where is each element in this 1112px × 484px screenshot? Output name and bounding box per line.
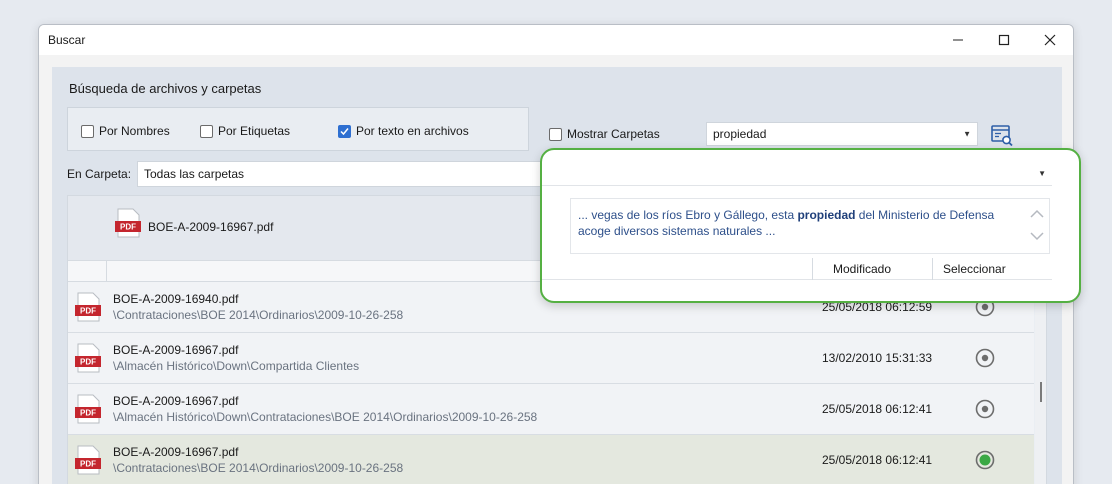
search-text-combo[interactable]: propiedad ▼ [706, 122, 978, 146]
match-snippet: ... vegas de los ríos Ebro y Gállego, es… [578, 207, 1018, 239]
file-name: BOE-A-2009-16940.pdf [113, 292, 239, 306]
maximize-icon [998, 34, 1010, 46]
pdf-file-icon: PDF [75, 394, 101, 424]
list-scrollbar[interactable] [1035, 282, 1046, 484]
scrollbar-thumb[interactable] [1040, 382, 1042, 402]
checkmark-icon [340, 127, 349, 135]
pdf-label: PDF [80, 460, 96, 469]
file-name: BOE-A-2009-16967.pdf [113, 343, 239, 357]
header-select[interactable]: Seleccionar [932, 258, 1032, 280]
close-icon [1044, 34, 1056, 46]
search-window-icon [991, 125, 1013, 147]
chevron-down-icon[interactable] [1029, 229, 1045, 243]
search-button[interactable] [990, 123, 1014, 147]
highlight-callout: ▼ ... vegas de los ríos Ebro y Gállego, … [540, 148, 1081, 303]
pdf-file-icon: PDF [75, 292, 101, 322]
chevron-up-icon[interactable] [1029, 207, 1045, 221]
folder-label: En Carpeta: [67, 167, 132, 181]
file-path: \Contrataciones\BOE 2014\Ordinarios\2009… [113, 308, 404, 322]
maximize-button[interactable] [981, 25, 1027, 55]
title-bar: Buscar [39, 25, 1073, 55]
header-modified[interactable]: Modificado [812, 258, 932, 280]
table-row[interactable]: PDF BOE-A-2009-16967.pdf \Almacén Histór… [68, 333, 1034, 384]
pdf-label: PDF [80, 307, 96, 316]
pdf-label: PDF [80, 358, 96, 367]
search-text-value: propiedad [713, 127, 767, 141]
pdf-label: PDF [120, 223, 136, 232]
preview-file-name: BOE-A-2009-16967.pdf [148, 220, 274, 234]
select-radio-icon[interactable] [975, 348, 995, 368]
folder-value: Todas las carpetas [144, 167, 245, 181]
section-title: Búsqueda de archivos y carpetas [69, 81, 262, 96]
minimize-icon [953, 39, 963, 41]
snippet-pre: ... vegas de los ríos Ebro y Gállego, es… [578, 208, 798, 222]
checkbox-by-tags[interactable] [200, 124, 213, 138]
pdf-file-icon: PDF [115, 208, 141, 238]
checkbox-by-text[interactable] [338, 124, 351, 138]
show-folders-label: Mostrar Carpetas [567, 127, 660, 141]
filter-label: Por texto en archivos [356, 124, 469, 138]
snippet-box: ... vegas de los ríos Ebro y Gállego, es… [570, 198, 1050, 254]
file-path: \Almacén Histórico\Down\Compartida Clien… [113, 359, 360, 373]
filter-by-tags[interactable]: Por Etiquetas [200, 124, 290, 138]
pdf-file-icon: PDF [75, 445, 101, 475]
pdf-file-icon: PDF [75, 343, 101, 373]
pdf-label: PDF [80, 409, 96, 418]
file-name: BOE-A-2009-16967.pdf [113, 394, 239, 408]
filter-by-names[interactable]: Por Nombres [81, 124, 170, 138]
close-button[interactable] [1027, 25, 1073, 55]
minimize-button[interactable] [935, 25, 981, 55]
file-date: 13/02/2010 15:31:33 [822, 351, 933, 365]
callout-combo[interactable]: ▼ [542, 162, 1052, 186]
callout-column-header: Modificado Seleccionar [542, 258, 1052, 280]
table-row[interactable]: PDF BOE-A-2009-16967.pdf \Almacén Histór… [68, 384, 1034, 435]
table-row-selected[interactable]: PDF BOE-A-2009-16967.pdf \Contrataciones… [68, 435, 1034, 484]
dropdown-arrow-icon: ▼ [963, 129, 971, 139]
file-date: 25/05/2018 06:12:41 [822, 453, 933, 467]
file-name: BOE-A-2009-16967.pdf [113, 445, 239, 459]
file-path: \Almacén Histórico\Down\Contrataciones\B… [113, 410, 538, 424]
select-radio-icon[interactable] [975, 399, 995, 419]
file-path: \Contrataciones\BOE 2014\Ordinarios\2009… [113, 461, 404, 475]
checkbox-by-names[interactable] [81, 124, 94, 138]
checkbox-show-folders[interactable] [549, 127, 562, 141]
snippet-highlight: propiedad [797, 208, 856, 222]
filter-by-text[interactable]: Por texto en archivos [338, 124, 469, 138]
dropdown-arrow-icon: ▼ [1038, 169, 1046, 178]
select-radio-selected-icon[interactable] [975, 450, 995, 470]
filter-label: Por Nombres [99, 124, 170, 138]
show-folders-toggle[interactable]: Mostrar Carpetas [549, 127, 660, 141]
window-title: Buscar [48, 33, 86, 47]
file-date: 25/05/2018 06:12:41 [822, 402, 933, 416]
filter-label: Por Etiquetas [218, 124, 291, 138]
filter-group: Por Nombres Por Etiquetas Por texto en a… [67, 107, 529, 151]
